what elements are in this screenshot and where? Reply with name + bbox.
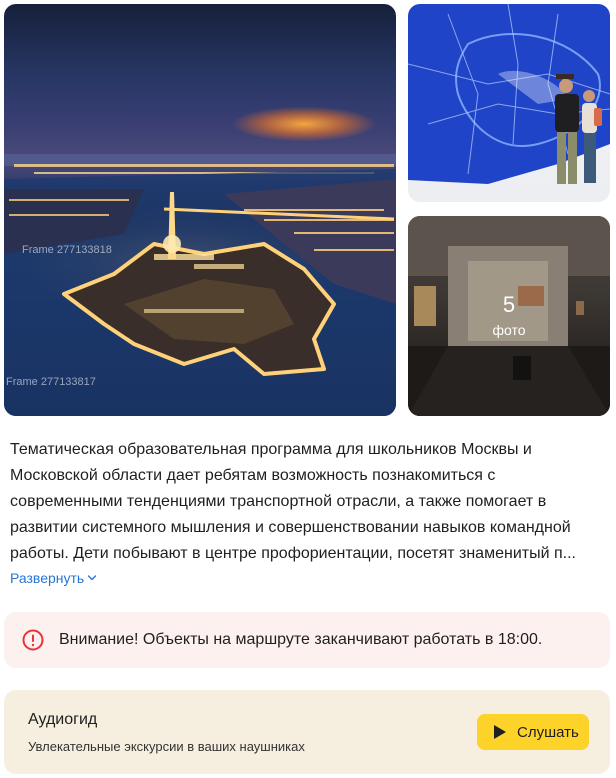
expand-link[interactable]: Развернуть [10,570,97,586]
description-line: Тематическая образовательная программа д… [10,441,532,458]
gallery-hall-photo[interactable]: 5 фото [408,216,610,416]
warning-banner: Внимание! Объекты на маршруте заканчиваю… [4,612,610,668]
expand-label: Развернуть [10,570,85,586]
program-description: Тематическая образовательная программа д… [10,437,614,567]
frame-label: Frame 277133818 [22,244,112,256]
audioguide-subtitle: Увлекательные экскурсии в ваших наушника… [28,739,305,754]
chevron-down-icon [88,575,97,581]
photo-count-label: фото [492,322,526,338]
listen-button-label: Слушать [517,723,579,741]
audioguide-title: Аудиогид [28,711,98,728]
description-line: Московской области дает ребятам возможно… [10,467,496,484]
map-photo-illustration [408,4,610,184]
listen-button[interactable]: Слушать [477,714,589,750]
play-icon [494,725,506,739]
description-line: работы. Дети побывают в центре профориен… [10,545,576,562]
main-photo[interactable]: Frame 277133818 Frame 277133817 [4,4,396,416]
photo-count: 5 [502,292,516,317]
warning-circle-icon [22,629,44,651]
description-line: современными тенденциями транспортной от… [10,493,547,510]
description-line: развитии системного мышления и совершенс… [10,519,571,536]
photo-gallery: Frame 277133818 Frame 277133817 5 фото [4,4,610,416]
warning-text: Внимание! Объекты на маршруте заканчиваю… [59,631,543,648]
map-photo[interactable] [408,4,610,202]
frame-label: Frame 277133817 [6,376,96,388]
audioguide-card: Аудиогид Увлекательные экскурсии в ваших… [4,690,610,774]
main-photo-illustration [4,154,396,416]
